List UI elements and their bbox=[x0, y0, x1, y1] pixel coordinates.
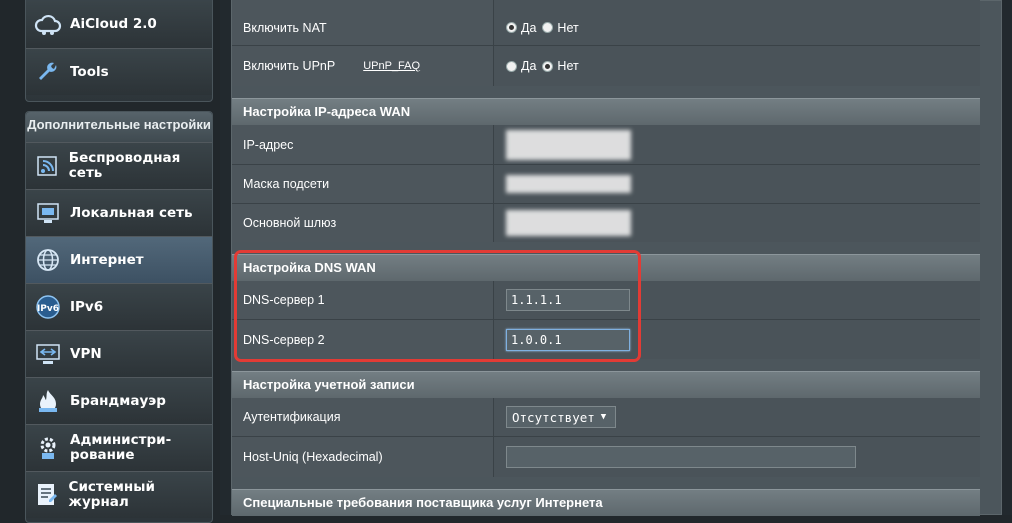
host-uniq-value-cell bbox=[494, 437, 980, 477]
sidebar-item-tools[interactable]: Tools bbox=[26, 48, 212, 95]
subnet-mask-label: Маска подсети bbox=[232, 165, 494, 203]
auth-select[interactable]: Отсутствует ▼ bbox=[506, 406, 616, 428]
upnp-options: Да Нет bbox=[494, 46, 980, 86]
upnp-no-radio[interactable] bbox=[542, 60, 554, 72]
upnp-faq-link[interactable]: UPnP_FAQ bbox=[363, 60, 420, 72]
wan-ip-section-title: Настройка IP-адреса WAN bbox=[232, 98, 980, 125]
subnet-mask-value bbox=[494, 165, 980, 203]
dns2-input[interactable]: 1.0.0.1 bbox=[506, 328, 630, 351]
nat-row: Включить NAT Да Нет bbox=[232, 0, 980, 45]
sidebar-item-label: IPv6 bbox=[70, 298, 104, 315]
sidebar-item-label: Интернет bbox=[70, 251, 144, 268]
host-uniq-input[interactable] bbox=[506, 446, 856, 468]
ipv6-icon: IPv6 bbox=[34, 293, 62, 321]
dns2-value-cell: 1.0.0.1 bbox=[494, 320, 980, 359]
sidebar-item-lan[interactable]: Локальная сеть bbox=[26, 189, 212, 236]
advanced-settings-header: Дополнительные настройки bbox=[26, 112, 212, 142]
upnp-label-cell: Включить UPnP UPnP_FAQ bbox=[232, 46, 494, 86]
ip-address-value bbox=[494, 125, 980, 164]
dns1-input[interactable]: 1.1.1.1 bbox=[506, 289, 630, 311]
upnp-no-option[interactable]: Нет bbox=[542, 59, 579, 73]
sidebar-item-ipv6[interactable]: IPv6 IPv6 bbox=[26, 283, 212, 330]
dns1-row: DNS-сервер 1 1.1.1.1 bbox=[232, 281, 980, 319]
nat-no-radio[interactable] bbox=[542, 22, 554, 33]
upnp-label: Включить UPnP bbox=[243, 59, 336, 73]
dns1-value-cell: 1.1.1.1 bbox=[494, 281, 980, 319]
auth-row: Аутентификация Отсутствует ▼ bbox=[232, 398, 980, 436]
nat-yes-radio[interactable] bbox=[506, 22, 517, 33]
auth-value-cell: Отсутствует ▼ bbox=[494, 398, 980, 436]
nat-yes-option[interactable]: Да bbox=[506, 21, 536, 35]
sidebar-item-label: Системный журнал bbox=[68, 479, 155, 510]
host-uniq-label: Host-Uniq (Hexadecimal) bbox=[232, 437, 494, 477]
nat-options: Да Нет bbox=[494, 0, 980, 45]
ip-address-redacted bbox=[506, 129, 631, 160]
ip-address-row: IP-адрес bbox=[232, 125, 980, 164]
gateway-label: Основной шлюз bbox=[232, 204, 494, 242]
sidebar-item-label: Локальная сеть bbox=[70, 204, 193, 221]
subnet-mask-row: Маска подсети bbox=[232, 165, 980, 203]
dns2-label: DNS-сервер 2 bbox=[232, 320, 494, 359]
sidebar-item-vpn[interactable]: VPN bbox=[26, 330, 212, 377]
wireless-icon bbox=[34, 152, 61, 180]
sidebar-item-aicloud[interactable]: AiCloud 2.0 bbox=[26, 1, 212, 48]
sidebar-item-label: VPN bbox=[70, 345, 102, 362]
sidebar-item-label: Брандмауэр bbox=[70, 392, 166, 409]
sidebar-item-label: Tools bbox=[70, 63, 109, 80]
system-log-icon bbox=[34, 481, 61, 509]
dns1-label: DNS-сервер 1 bbox=[232, 281, 494, 319]
sidebar-item-system-log[interactable]: Системный журнал bbox=[26, 471, 212, 518]
ip-address-label: IP-адрес bbox=[232, 125, 494, 164]
sidebar-item-label: Администри- рование bbox=[70, 432, 172, 463]
dns-section-title: Настройка DNS WAN bbox=[232, 254, 980, 281]
wrench-icon bbox=[34, 58, 62, 86]
svg-text:IPv6: IPv6 bbox=[37, 304, 59, 314]
sidebar-item-label: AiCloud 2.0 bbox=[70, 16, 157, 32]
gateway-value bbox=[494, 204, 980, 242]
firewall-icon bbox=[34, 387, 62, 415]
host-uniq-row: Host-Uniq (Hexadecimal) bbox=[232, 437, 980, 477]
upnp-yes-radio[interactable] bbox=[506, 60, 517, 72]
gateway-redacted bbox=[506, 210, 631, 236]
account-section-title: Настройка учетной записи bbox=[232, 371, 980, 398]
upnp-row: Включить UPnP UPnP_FAQ Да Нет bbox=[232, 46, 980, 86]
sidebar-item-internet[interactable]: Интернет bbox=[26, 236, 212, 283]
sidebar-item-administration[interactable]: Администри- рование bbox=[26, 424, 212, 471]
auth-select-value: Отсутствует bbox=[512, 409, 595, 425]
sidebar: AiCloud 2.0 Tools Дополнительные настрой… bbox=[0, 0, 220, 523]
dropdown-arrow-icon: ▼ bbox=[600, 412, 607, 422]
nat-label: Включить NAT bbox=[232, 0, 494, 45]
quick-menu-group: AiCloud 2.0 Tools bbox=[25, 0, 213, 102]
vpn-icon bbox=[34, 340, 62, 368]
sidebar-item-wireless[interactable]: Беспроводная сеть bbox=[26, 142, 212, 189]
globe-icon bbox=[34, 246, 62, 274]
gateway-row: Основной шлюз bbox=[232, 204, 980, 242]
admin-gear-icon bbox=[34, 434, 62, 462]
lan-icon bbox=[34, 199, 62, 227]
sidebar-item-firewall[interactable]: Брандмауэр bbox=[26, 377, 212, 424]
upnp-yes-option[interactable]: Да bbox=[506, 59, 536, 73]
subnet-mask-redacted bbox=[506, 175, 631, 193]
isp-section-title: Специальные требования поставщика услуг … bbox=[232, 489, 980, 516]
nat-no-option[interactable]: Нет bbox=[542, 21, 579, 35]
sidebar-item-label: Беспроводная сеть bbox=[68, 150, 181, 181]
cloud-icon bbox=[34, 11, 62, 39]
dns2-row: DNS-сервер 2 1.0.0.1 bbox=[232, 320, 980, 359]
advanced-settings-group: Дополнительные настройки Беспроводная се… bbox=[25, 111, 213, 523]
auth-label: Аутентификация bbox=[232, 398, 494, 436]
